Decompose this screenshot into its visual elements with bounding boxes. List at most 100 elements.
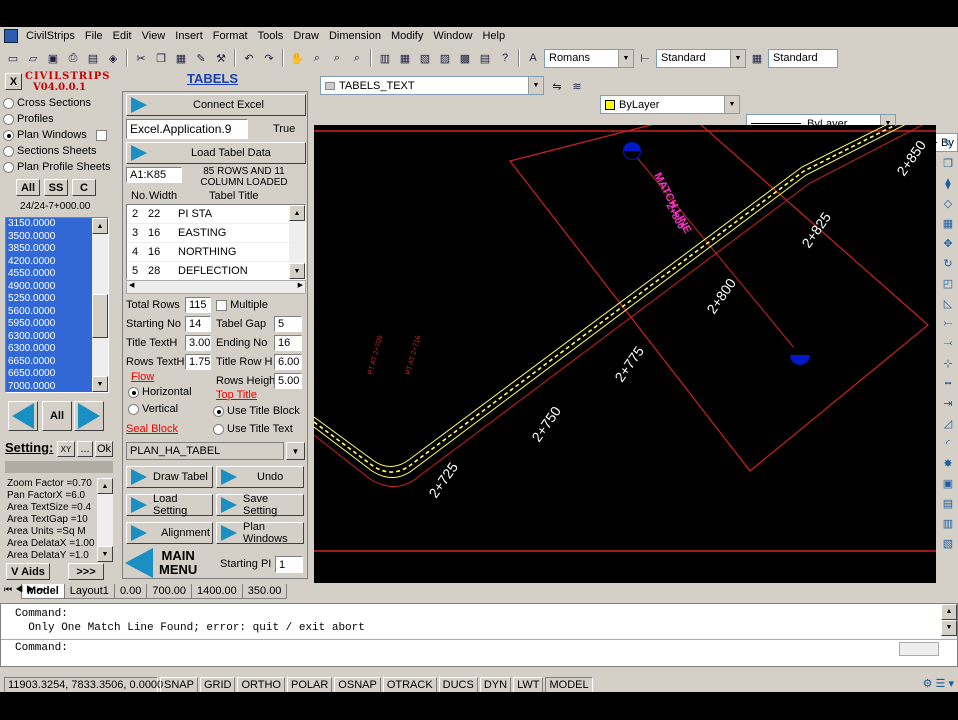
trim-icon[interactable]: ⤚: [940, 315, 956, 332]
command-scrollbar[interactable]: ▲ ▼: [941, 604, 957, 639]
redo-icon[interactable]: ↷: [260, 49, 278, 67]
scroll-down-icon[interactable]: ▼: [941, 620, 957, 636]
menu-civilstrips[interactable]: CivilStrips: [21, 27, 80, 45]
tab-layout-350[interactable]: 350.00: [241, 583, 288, 599]
zoom-previous-icon[interactable]: ⌕: [348, 49, 366, 67]
ok-button[interactable]: Ok: [95, 441, 113, 457]
bring-front-icon[interactable]: ▤: [940, 495, 956, 512]
scroll-up-icon[interactable]: ▲: [92, 218, 108, 234]
rows-height-field[interactable]: 5.00: [274, 373, 302, 389]
menu-dimension[interactable]: Dimension: [324, 27, 386, 45]
fillet-icon[interactable]: ◜: [940, 435, 956, 452]
pan-icon[interactable]: ✋: [288, 49, 306, 67]
scroll-down-icon[interactable]: ▼: [97, 546, 113, 562]
command-hscroll[interactable]: [899, 642, 939, 656]
range-field[interactable]: A1:K85: [126, 167, 182, 183]
browse-button[interactable]: ...: [77, 441, 93, 457]
option-plan-windows[interactable]: Plan Windows: [3, 129, 107, 141]
color-select[interactable]: ByLayer ▼: [600, 95, 740, 114]
block-dropdown-button[interactable]: ▼: [286, 442, 305, 460]
copy-object-icon[interactable]: ❐: [940, 155, 956, 172]
scroll-down-icon[interactable]: ▼: [92, 376, 108, 392]
station-list-item[interactable]: 3850.0000: [6, 243, 92, 256]
station-list-item[interactable]: 3500.0000: [6, 231, 92, 244]
nav-all-button[interactable]: All: [42, 401, 72, 431]
table-row[interactable]: 2 22 PI STA: [127, 205, 289, 224]
menu-file[interactable]: File: [80, 27, 108, 45]
c-button[interactable]: C: [72, 179, 96, 196]
column-table-scrollbar[interactable]: ▲ ▼: [289, 205, 305, 279]
ducs-toggle[interactable]: DUCS: [438, 676, 478, 692]
station-list-item[interactable]: 7000.0000: [6, 381, 92, 393]
column-table[interactable]: 2 22 PI STA 3 16 EASTING 4 16 NORTHING 5 28 DEFLECT…: [126, 204, 306, 280]
menu-format[interactable]: Format: [208, 27, 253, 45]
load-tabel-data-button[interactable]: Load Tabel Data: [126, 142, 306, 164]
use-title-text-option[interactable]: Use Title Text: [213, 423, 293, 435]
open-icon[interactable]: ▱: [24, 49, 42, 67]
tabel-gap-field[interactable]: 5: [274, 316, 302, 332]
paste-icon[interactable]: ▦: [172, 49, 190, 67]
scroll-up-icon[interactable]: ▲: [941, 604, 957, 620]
command-prompt[interactable]: Command:: [15, 642, 68, 654]
table-row[interactable]: 4 16 NORTHING: [127, 243, 289, 262]
text-above-icon[interactable]: ▧: [940, 535, 956, 552]
scroll-up-icon[interactable]: ▲: [289, 205, 305, 221]
text-style-select[interactable]: Romans ▼: [544, 48, 634, 68]
option-cross-sections[interactable]: Cross Sections: [3, 97, 91, 109]
copy-icon[interactable]: ❐: [152, 49, 170, 67]
undo-button[interactable]: Undo: [216, 466, 304, 488]
break-at-point-icon[interactable]: ⊹: [940, 355, 956, 372]
multiple-option[interactable]: Multiple: [216, 299, 268, 311]
ortho-toggle[interactable]: ORTHO: [237, 676, 285, 692]
markup-icon[interactable]: ▩: [456, 49, 474, 67]
use-title-block-option[interactable]: Use Title Block: [213, 405, 300, 417]
menu-window[interactable]: Window: [428, 27, 477, 45]
close-button[interactable]: X: [5, 73, 22, 90]
scroll-down-icon[interactable]: ▼: [289, 263, 305, 279]
scroll-thumb[interactable]: [92, 294, 108, 338]
multiple-checkbox[interactable]: [216, 299, 227, 311]
tab-layout-700[interactable]: 700.00: [146, 583, 193, 599]
option-profiles[interactable]: Profiles: [3, 113, 54, 125]
tray-icons[interactable]: ⚙ ☰ ▾: [923, 677, 954, 690]
station-list-scrollbar[interactable]: ▲ ▼: [92, 218, 108, 392]
menu-tools[interactable]: Tools: [253, 27, 289, 45]
erase-icon[interactable]: ✎: [940, 135, 956, 152]
layer-previous-icon[interactable]: ≋: [568, 77, 586, 95]
draw-order-icon[interactable]: ▣: [940, 475, 956, 492]
title-rowh-field[interactable]: 6.00: [274, 354, 302, 370]
publish-icon[interactable]: ◈: [104, 49, 122, 67]
snap-toggle[interactable]: SNAP: [160, 676, 198, 692]
station-list[interactable]: 3150.0000 3500.0000 3850.0000 4200.0000 4550…: [5, 217, 109, 393]
save-icon[interactable]: ▣: [44, 49, 62, 67]
scroll-up-icon[interactable]: ▲: [97, 478, 113, 494]
grid-toggle[interactable]: GRID: [199, 676, 236, 692]
alignment-button[interactable]: Alignment: [126, 522, 213, 544]
connect-excel-button[interactable]: Connect Excel: [126, 94, 306, 116]
more-button[interactable]: >>>: [68, 563, 104, 580]
flow-link[interactable]: Flow: [131, 371, 154, 383]
settings-scrollbar[interactable]: ▲ ▼: [97, 478, 113, 562]
load-setting-button[interactable]: Load Setting: [126, 493, 213, 517]
design-center-icon[interactable]: ▦: [396, 49, 414, 67]
station-list-item[interactable]: 6650.0000: [6, 356, 92, 369]
flow-vertical[interactable]: Vertical: [128, 403, 178, 415]
save-setting-button[interactable]: Save Setting: [216, 493, 304, 517]
print-icon[interactable]: ⎙: [64, 49, 82, 67]
rotate-icon[interactable]: ↻: [940, 255, 956, 272]
tab-layout-0[interactable]: 0.00: [113, 583, 148, 599]
tab-layout-1400[interactable]: 1400.00: [191, 583, 243, 599]
scroll-right-icon[interactable]: ▶: [298, 281, 303, 289]
table-style-select[interactable]: Standard: [768, 48, 838, 68]
drawing-viewport[interactable]: 2+725 2+750 2+775 2+800 2+825 2+850 MATCH LIN…: [314, 125, 936, 583]
next-button[interactable]: [74, 401, 104, 431]
menu-draw[interactable]: Draw: [288, 27, 324, 45]
properties-icon[interactable]: ▥: [376, 49, 394, 67]
title-texth-field[interactable]: 3.00: [185, 335, 211, 351]
tab-layout1[interactable]: Layout1: [63, 583, 115, 599]
lwt-toggle[interactable]: LWT: [513, 676, 544, 692]
calculator-icon[interactable]: ▤: [476, 49, 494, 67]
starting-pi-field[interactable]: 1: [275, 556, 303, 573]
table-row[interactable]: 3 16 EASTING: [127, 224, 289, 243]
array-icon[interactable]: ▦: [940, 215, 956, 232]
